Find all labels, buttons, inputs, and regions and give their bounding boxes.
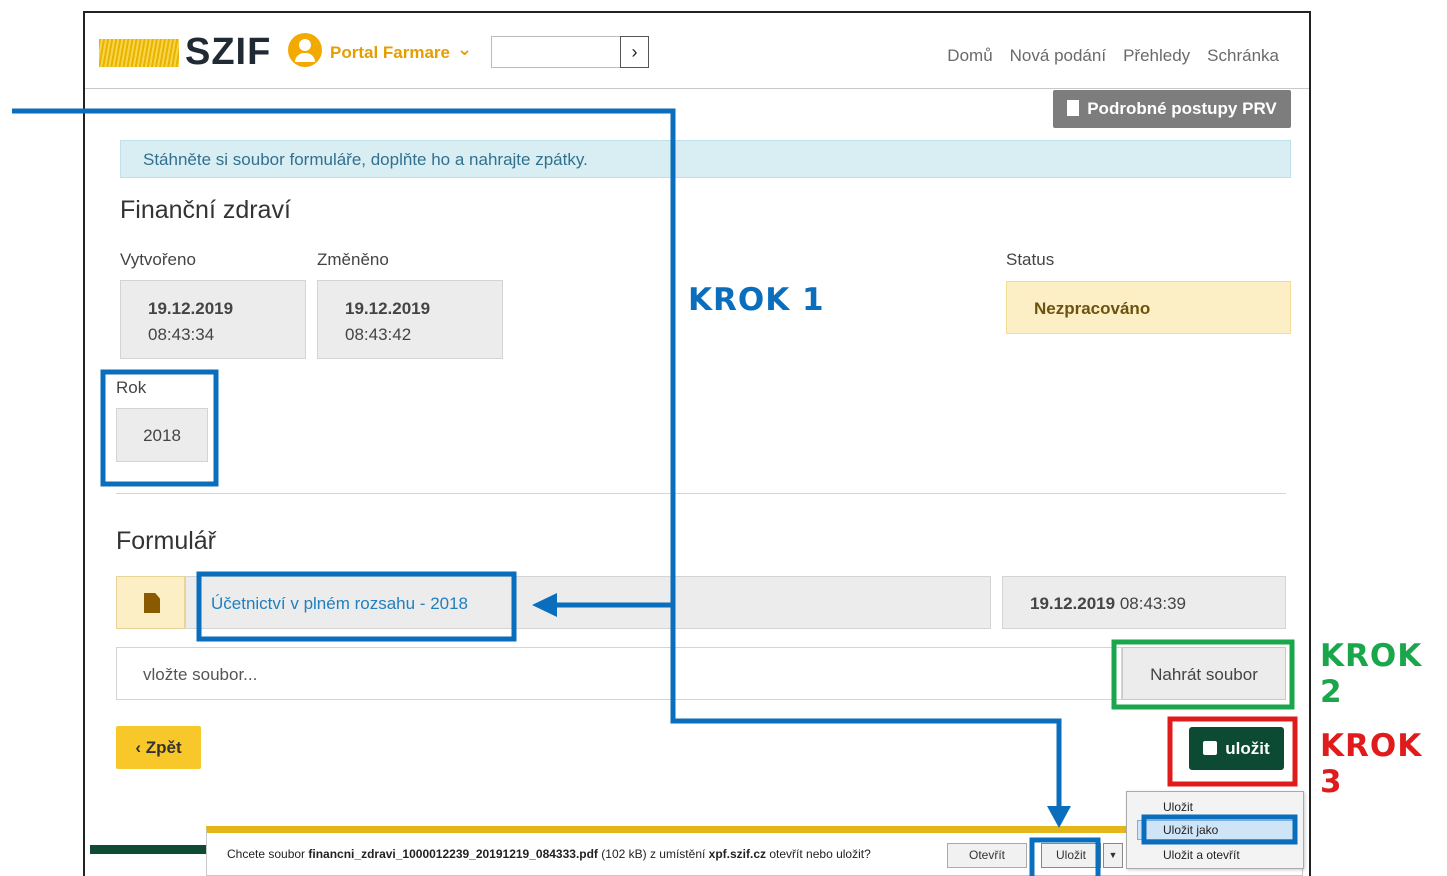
chevron-left-icon: ‹ bbox=[135, 738, 146, 757]
file-date: 19.12.2019 bbox=[1030, 594, 1116, 613]
created-time: 08:43:34 bbox=[148, 325, 215, 344]
pdf-icon bbox=[1067, 100, 1080, 116]
year-value: 2018 bbox=[116, 408, 208, 462]
back-button[interactable]: ‹ Zpět bbox=[116, 726, 201, 769]
site-header: SZIF Portal Farmare ⌄ › Domů Nová podání… bbox=[85, 13, 1309, 89]
section-title-formular: Formulář bbox=[116, 527, 217, 555]
krok3-label: KROK 3 bbox=[1320, 728, 1423, 800]
section-divider bbox=[116, 493, 1286, 494]
file-date-cell: 19.12.2019 08:43:39 bbox=[1002, 576, 1286, 629]
krok2-label: KROK 2 bbox=[1320, 638, 1423, 710]
save-options-menu: Uložit Uložit jako Uložit a otevřít bbox=[1126, 791, 1304, 869]
changed-date: 19.12.2019 bbox=[345, 299, 431, 318]
save-file-button[interactable]: Uložit bbox=[1041, 843, 1101, 868]
szif-logo-text[interactable]: SZIF bbox=[185, 31, 271, 74]
prompt-size: (102 kB) z umístění bbox=[601, 847, 706, 861]
prompt-host: xpf.szif.cz bbox=[708, 847, 767, 861]
status-badge: Nezpracováno bbox=[1006, 281, 1291, 334]
prompt-file: financni_zdravi_1000012239_20191219_0843… bbox=[308, 847, 598, 861]
nav-schranka[interactable]: Schránka bbox=[1207, 46, 1279, 66]
save-button[interactable]: uložit bbox=[1189, 727, 1284, 770]
search-input[interactable] bbox=[491, 36, 621, 68]
podrobne-postupy-button[interactable]: Podrobné postupy PRV bbox=[1053, 90, 1291, 128]
info-alert: Stáhněte si soubor formuláře, doplňte ho… bbox=[120, 140, 1291, 178]
open-file-button[interactable]: Otevřít bbox=[947, 843, 1027, 868]
portal-farmare-menu[interactable]: Portal Farmare bbox=[330, 43, 450, 63]
podrobne-postupy-label: Podrobné postupy PRV bbox=[1087, 99, 1277, 118]
download-prompt: Chcete soubor financni_zdravi_1000012239… bbox=[227, 847, 871, 861]
menu-item-ulozit-a-otevrit[interactable]: Uložit a otevřít bbox=[1163, 848, 1240, 862]
status-label: Status bbox=[1006, 250, 1055, 269]
created-box: 19.12.2019 08:43:34 bbox=[120, 280, 306, 359]
prompt-suffix: otevřít nebo uložit? bbox=[769, 847, 871, 861]
nav-prehledy[interactable]: Přehledy bbox=[1123, 46, 1190, 66]
krok1-label: KROK 1 bbox=[688, 282, 825, 318]
floppy-disk-icon bbox=[1203, 741, 1218, 755]
user-icon[interactable] bbox=[288, 33, 322, 67]
created-label: Vytvořeno bbox=[120, 250, 196, 269]
main-nav: Domů Nová podání Přehledy Schránka bbox=[947, 46, 1279, 66]
save-label: uložit bbox=[1225, 739, 1270, 758]
section-title-financni: Finanční zdraví bbox=[120, 196, 291, 224]
file-pdf-cell bbox=[116, 576, 185, 629]
prompt-prefix: Chcete soubor bbox=[227, 847, 306, 861]
menu-item-ulozit-jako[interactable]: Uložit jako bbox=[1137, 820, 1297, 840]
save-dropdown-button[interactable]: ▼ bbox=[1103, 843, 1123, 868]
nav-domu[interactable]: Domů bbox=[947, 46, 992, 66]
search-go-button[interactable]: › bbox=[620, 36, 649, 68]
changed-time: 08:43:42 bbox=[345, 325, 412, 344]
year-label: Rok bbox=[116, 378, 147, 397]
file-time: 08:43:39 bbox=[1119, 594, 1187, 613]
changed-box: 19.12.2019 08:43:42 bbox=[317, 280, 503, 359]
chevron-down-icon[interactable]: ⌄ bbox=[457, 39, 472, 60]
menu-item-ulozit[interactable]: Uložit bbox=[1163, 800, 1193, 814]
created-date: 19.12.2019 bbox=[148, 299, 234, 318]
changed-label: Změněno bbox=[317, 250, 389, 269]
pdf-file-icon bbox=[144, 593, 160, 613]
upload-file-button[interactable]: Nahrát soubor bbox=[1122, 647, 1286, 700]
footer-bar bbox=[90, 845, 208, 854]
form-download-link[interactable]: Účetnictví v plném rozsahu - 2018 bbox=[185, 576, 991, 629]
file-upload-input[interactable]: vložte soubor... bbox=[116, 647, 1122, 700]
nav-nova-podani[interactable]: Nová podání bbox=[1010, 46, 1106, 66]
back-label: Zpět bbox=[145, 738, 182, 757]
szif-logo-graphic bbox=[99, 39, 179, 67]
